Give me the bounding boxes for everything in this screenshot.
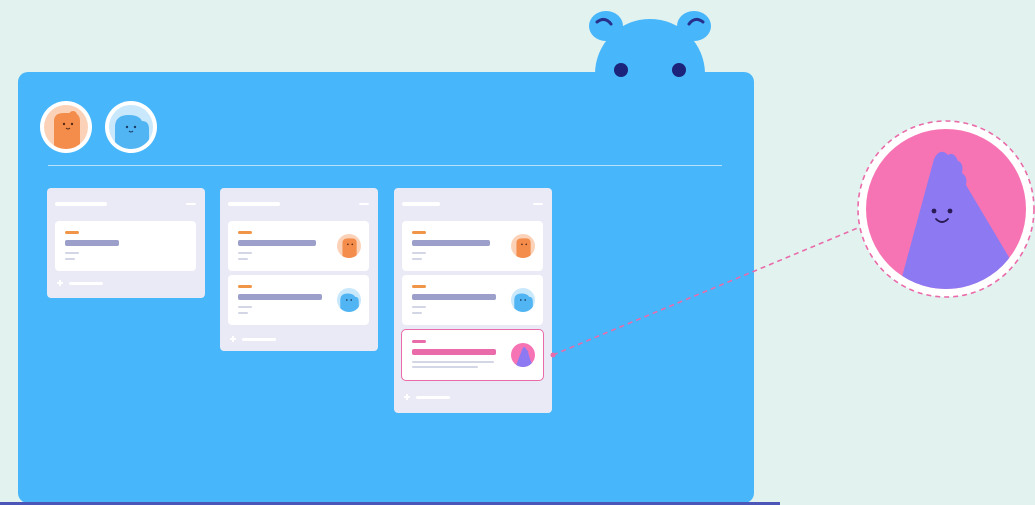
purple-pink-avatar-icon xyxy=(511,343,535,367)
plus-icon xyxy=(230,336,236,342)
blue-blob-avatar-icon xyxy=(337,288,361,312)
card-title xyxy=(65,240,119,246)
add-card-button[interactable] xyxy=(57,279,103,287)
board-members xyxy=(40,101,157,153)
orange-blob-avatar-icon xyxy=(511,234,535,258)
card-label xyxy=(65,231,79,234)
card-meta xyxy=(238,306,252,308)
add-card-label xyxy=(69,281,103,285)
orange-blob-avatar-icon xyxy=(44,105,88,149)
plus-icon xyxy=(404,394,410,400)
add-card-button[interactable] xyxy=(230,335,276,343)
header-divider xyxy=(48,165,722,166)
card-description xyxy=(412,366,478,368)
list-column-2 xyxy=(220,188,378,351)
card-title xyxy=(238,240,316,246)
member-avatar-orange[interactable] xyxy=(40,101,92,153)
card-meta xyxy=(412,252,426,254)
card-title xyxy=(412,240,490,246)
card-title xyxy=(412,349,496,355)
card-list3-1[interactable] xyxy=(402,221,543,271)
plus-icon xyxy=(57,280,63,286)
card-list2-2[interactable] xyxy=(228,275,369,325)
card-list1-1[interactable] xyxy=(55,221,196,271)
orange-blob-avatar-icon xyxy=(337,234,361,258)
blue-blob-avatar-icon xyxy=(109,105,153,149)
list-menu-icon[interactable] xyxy=(359,203,369,205)
card-meta xyxy=(412,258,422,260)
card-list3-3-highlighted[interactable] xyxy=(401,329,544,381)
purple-pink-avatar-icon xyxy=(866,129,1026,289)
card-description xyxy=(412,361,494,363)
list-menu-icon[interactable] xyxy=(186,203,196,205)
member-avatar-blue[interactable] xyxy=(105,101,157,153)
list-title xyxy=(402,202,440,206)
card-meta xyxy=(412,312,422,314)
card-meta xyxy=(238,252,252,254)
add-card-label xyxy=(242,337,276,341)
list-title xyxy=(55,202,107,206)
card-list2-1[interactable] xyxy=(228,221,369,271)
list-menu-icon[interactable] xyxy=(533,203,543,205)
card-label xyxy=(238,231,252,234)
list-column-1 xyxy=(47,188,205,298)
card-label xyxy=(412,340,426,343)
card-label xyxy=(238,285,252,288)
card-meta xyxy=(238,312,248,314)
card-meta xyxy=(412,306,426,308)
card-label xyxy=(412,285,426,288)
card-title xyxy=(412,294,496,300)
list-title xyxy=(228,202,280,206)
list-column-3 xyxy=(394,188,552,413)
card-meta xyxy=(238,258,248,260)
card-title xyxy=(238,294,322,300)
blue-blob-avatar-icon xyxy=(511,288,535,312)
zoomed-avatar xyxy=(857,120,1035,298)
card-meta xyxy=(65,258,75,260)
card-meta xyxy=(65,252,79,254)
blue-mascot-icon xyxy=(589,11,711,82)
card-label xyxy=(412,231,426,234)
card-list3-2[interactable] xyxy=(402,275,543,325)
add-card-label xyxy=(416,395,450,399)
add-card-button[interactable] xyxy=(404,393,450,401)
